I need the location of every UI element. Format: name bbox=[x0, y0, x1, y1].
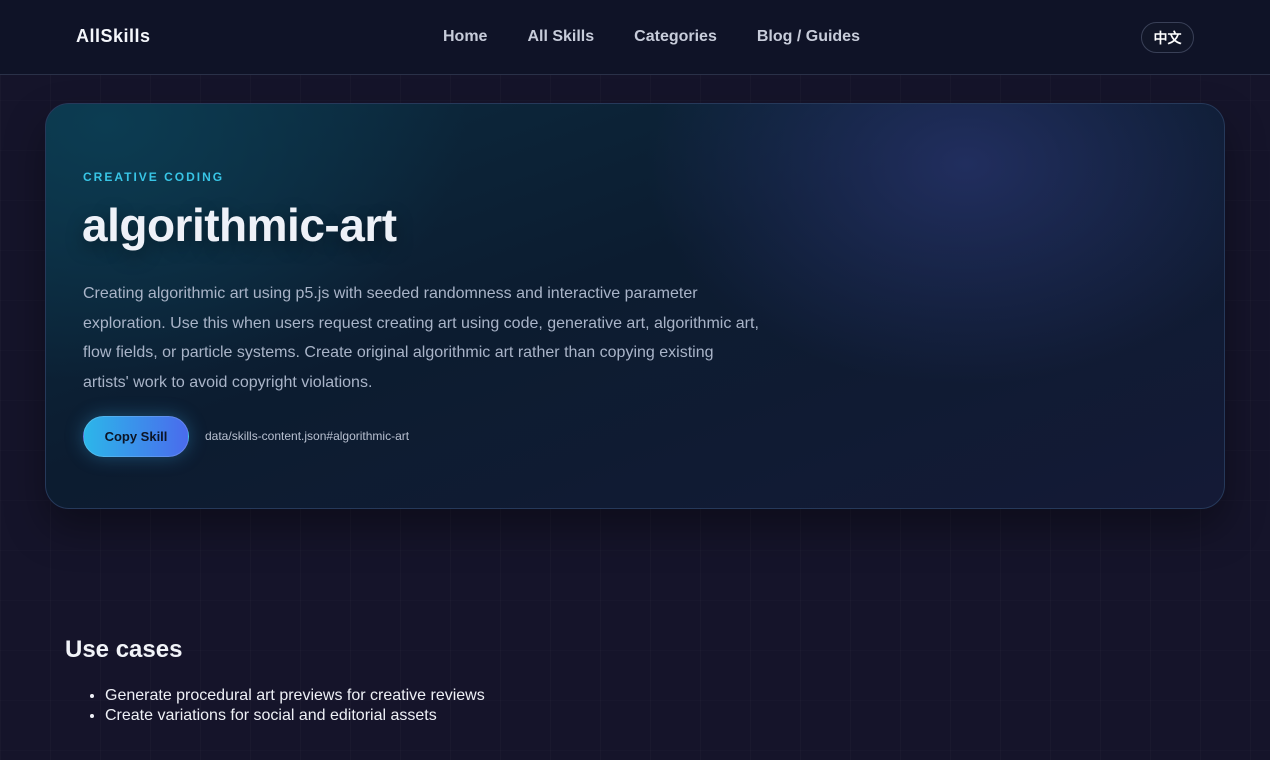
nav-categories-link[interactable]: Categories bbox=[634, 28, 717, 46]
main-nav: Home All Skills Categories Blog / Guides bbox=[443, 28, 860, 46]
site-header: AllSkills Home All Skills Categories Blo… bbox=[0, 0, 1270, 75]
copy-skill-button[interactable]: Copy Skill bbox=[83, 416, 189, 457]
skill-title: algorithmic-art bbox=[82, 199, 397, 251]
nav-home-link[interactable]: Home bbox=[443, 28, 487, 46]
use-cases-list: Generate procedural art previews for cre… bbox=[105, 686, 485, 726]
use-case-item: Create variations for social and editori… bbox=[105, 706, 485, 726]
skill-description: Creating algorithmic art using p5.js wit… bbox=[83, 285, 759, 391]
use-cases-heading: Use cases bbox=[65, 636, 183, 663]
skill-hero-card: CREATIVE CODING algorithmic-art Creating… bbox=[45, 103, 1225, 509]
nav-blog-guides-link[interactable]: Blog / Guides bbox=[757, 28, 860, 46]
skill-category-label: CREATIVE CODING bbox=[83, 170, 225, 184]
use-case-item: Generate procedural art previews for cre… bbox=[105, 686, 485, 706]
nav-all-skills-link[interactable]: All Skills bbox=[527, 28, 594, 46]
brand-logo[interactable]: AllSkills bbox=[76, 26, 151, 47]
language-toggle-button[interactable]: 中文 bbox=[1141, 22, 1194, 53]
skill-source-path: data/skills-content.json#algorithmic-art bbox=[205, 429, 410, 443]
